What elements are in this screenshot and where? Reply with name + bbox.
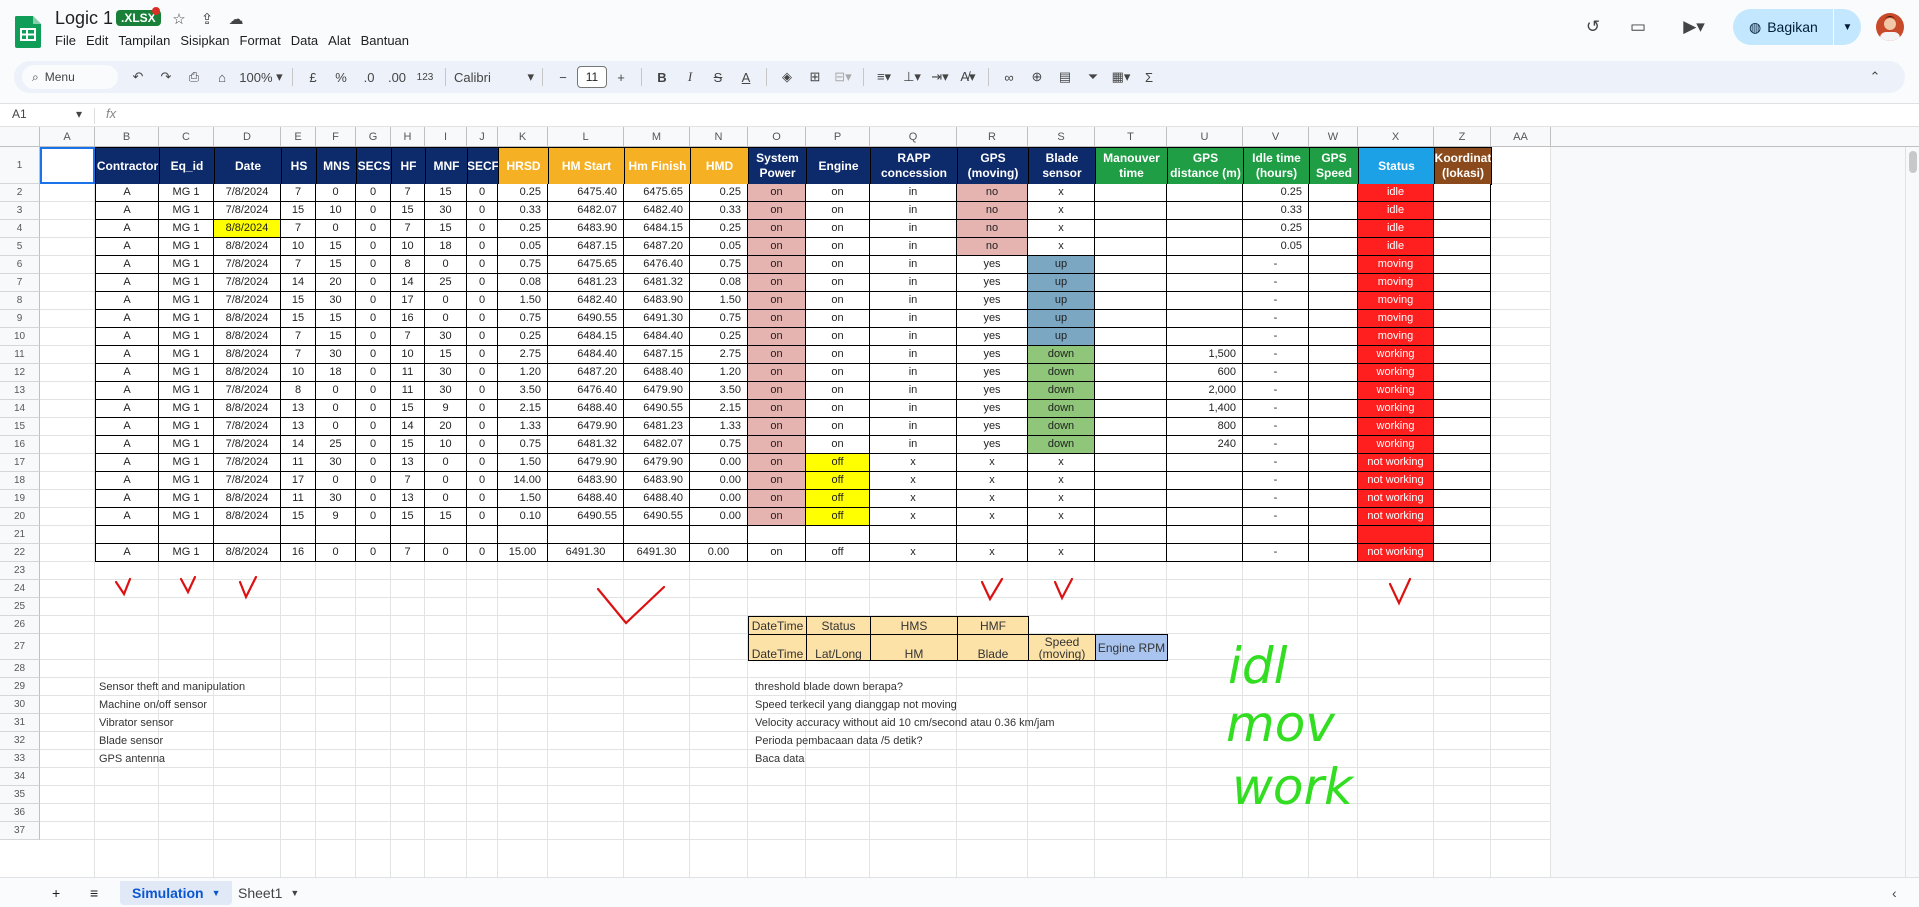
version-history-icon[interactable]: ↺ (1581, 16, 1605, 38)
fx-icon: fx (106, 106, 117, 121)
red-check-mark (980, 577, 1004, 602)
red-check-mark (1388, 577, 1412, 606)
handwritten-note: idl (1228, 637, 1288, 695)
fill-color-icon[interactable]: ◈ (775, 65, 799, 89)
text-wrap-icon[interactable]: ⇥▾ (928, 65, 952, 89)
redo-icon[interactable]: ↷ (154, 65, 178, 89)
font-size-decrease-icon[interactable]: − (551, 65, 575, 89)
scrollbar-thumb[interactable] (1909, 151, 1917, 173)
horizontal-align-icon[interactable]: ≡▾ (872, 65, 896, 89)
font-value: Calibri (454, 69, 491, 85)
search-menus-label: Menu (44, 70, 75, 84)
functions-button[interactable]: Σ (1137, 65, 1161, 89)
strikethrough-icon[interactable]: S (706, 65, 730, 89)
zoom-select[interactable]: 100% ▾ (238, 65, 284, 89)
merge-cells-icon[interactable]: ⊟▾ (831, 65, 855, 89)
menu-tampilan[interactable]: Tampilan (118, 31, 178, 50)
sheet-tab-simulation[interactable]: Simulation ▼ (120, 881, 233, 905)
sheets-logo-icon[interactable] (14, 14, 42, 48)
menu-data[interactable]: Data (291, 31, 326, 50)
sheet-tab-label: Simulation (132, 885, 204, 901)
increase-decimal-button[interactable]: .00 (385, 65, 409, 89)
percent-format-button[interactable]: % (329, 65, 353, 89)
comments-icon[interactable]: ▭ (1626, 16, 1650, 38)
name-box[interactable]: A1 ▾ (12, 107, 82, 121)
menu-file[interactable]: File (55, 31, 84, 50)
search-menus[interactable]: ⌕ Menu (22, 65, 118, 89)
title-bar: Logic 1 .XLSX ☆ ⇪ ☁ File Edit Tampilan Sisi… (0, 0, 1919, 60)
text-color-icon[interactable]: A (734, 65, 758, 89)
formula-bar: A1 ▾ fx (0, 103, 1919, 127)
handwriting-overlay: idl mov work (114, 575, 1412, 816)
print-icon[interactable]: ⎙ (182, 65, 206, 89)
star-icon[interactable]: ☆ (170, 10, 188, 28)
vertical-scrollbar[interactable] (1905, 147, 1919, 877)
handwritten-note: mov (1226, 695, 1336, 753)
menu-bantuan[interactable]: Bantuan (361, 31, 417, 50)
name-box-value: A1 (12, 107, 27, 121)
sheet-tab-label: Sheet1 (238, 885, 283, 901)
cloud-status-icon[interactable]: ☁ (227, 10, 245, 28)
menu-bar: File Edit Tampilan Sisipkan Format Data Alat Ba… (55, 31, 419, 50)
paint-format-icon[interactable]: ⌂ (210, 65, 234, 89)
filter-icon[interactable]: ⏷ (1081, 65, 1105, 89)
text-rotation-icon[interactable]: A̸▾ (956, 65, 980, 89)
sheet-tab-bar: + ≡ Simulation ▼ Sheet1 ▼ ‹ (0, 877, 1919, 907)
red-check-mark (1053, 577, 1074, 601)
red-check-mark (179, 575, 197, 595)
meet-icon[interactable]: ▶▾ (1674, 16, 1714, 38)
borders-icon[interactable]: ⊞ (803, 65, 827, 89)
bold-button[interactable]: B (650, 65, 674, 89)
move-folder-icon[interactable]: ⇪ (198, 10, 216, 28)
all-sheets-icon[interactable]: ≡ (78, 881, 110, 905)
share-dropdown-icon[interactable]: ▼ (1834, 22, 1861, 33)
share-label: Bagikan (1767, 19, 1818, 35)
sheet-tab-sheet1[interactable]: Sheet1 ▼ (226, 881, 311, 905)
decrease-decimal-button[interactable]: .0 (357, 65, 381, 89)
red-check-mark (238, 575, 258, 600)
add-sheet-icon[interactable]: + (40, 881, 72, 905)
collapse-sidepanel-icon[interactable]: ‹ (1880, 881, 1909, 905)
insert-link-icon[interactable]: ∞ (997, 65, 1021, 89)
italic-button[interactable]: I (678, 65, 702, 89)
filter-views-icon[interactable]: ▦▾ (1109, 65, 1133, 89)
vertical-align-icon[interactable]: ⊥▾ (900, 65, 924, 89)
search-icon: ⌕ (32, 69, 39, 84)
globe-icon: ◍ (1749, 18, 1762, 35)
insert-chart-icon[interactable]: ▤ (1053, 65, 1077, 89)
red-check-mark (114, 577, 132, 597)
undo-icon[interactable]: ↶ (126, 65, 150, 89)
toolbar: ⌕ Menu ↶ ↷ ⎙ ⌂ 100% ▾ £ % .0 .00 123 Cali… (14, 61, 1905, 93)
font-select[interactable]: Calibri ▾ (454, 65, 534, 89)
insert-comment-icon[interactable]: ⊕ (1025, 65, 1049, 89)
menu-edit[interactable]: Edit (86, 31, 116, 50)
notification-dot (152, 7, 160, 15)
font-size-increase-icon[interactable]: + (609, 65, 633, 89)
spreadsheet-grid[interactable]: A B C D E F G H I J K L M N O P Q R S T U V W X Z AA 1 2 3 4 5 6 7 8 9 10 1… (0, 127, 1919, 877)
red-check-mark (596, 585, 666, 625)
collapse-toolbar-icon[interactable]: ⌃ (1863, 65, 1887, 89)
document-title[interactable]: Logic 1 (55, 8, 113, 29)
currency-format-button[interactable]: £ (301, 65, 325, 89)
avatar[interactable] (1876, 13, 1904, 41)
menu-format[interactable]: Format (240, 31, 289, 50)
share-button[interactable]: ◍ Bagikan ▼ (1733, 9, 1861, 45)
menu-alat[interactable]: Alat (328, 31, 358, 50)
zoom-value: 100% (239, 69, 273, 85)
handwritten-note: work (1232, 758, 1355, 816)
number-format-button[interactable]: 123 (413, 65, 437, 89)
menu-sisipkan[interactable]: Sisipkan (180, 31, 237, 50)
font-size-input[interactable]: 11 (577, 66, 607, 88)
